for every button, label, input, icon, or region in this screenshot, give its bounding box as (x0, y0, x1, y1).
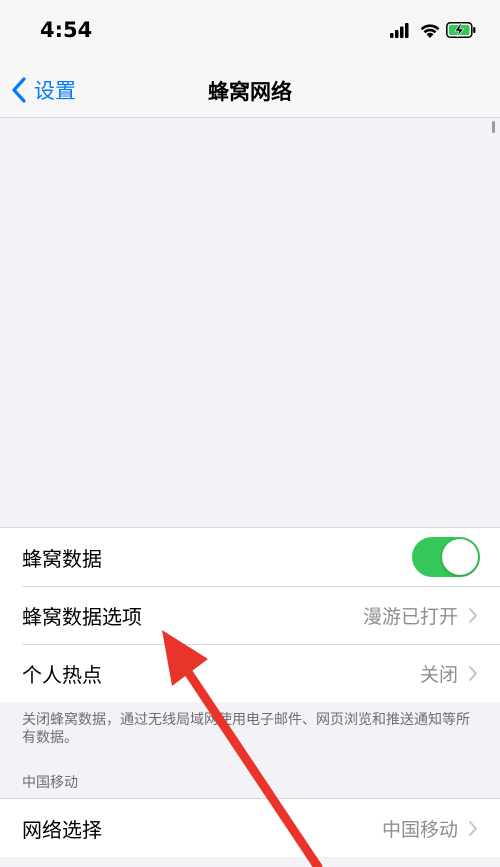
personal-hotspot-value: 关闭 (419, 663, 458, 686)
chevron-right-icon (469, 607, 477, 623)
network-selection-value: 中国移动 (381, 818, 458, 841)
navigation-bar: 设置 蜂窝网络 (0, 62, 500, 118)
chevron-right-icon (469, 820, 477, 836)
signal-icon (390, 23, 409, 38)
status-icons-svg (390, 22, 476, 39)
cellular-data-options-row[interactable]: 蜂窝数据选项 漫游已打开 (0, 586, 500, 644)
personal-hotspot-label: 个人热点 (22, 662, 102, 687)
page-title: 蜂窝网络 (208, 80, 292, 104)
cellular-settings-group: 蜂窝数据 蜂窝数据选项 漫游已打开 个人热点 关闭 (0, 527, 500, 702)
status-bar: 4:54 (0, 0, 500, 62)
wifi-icon (420, 24, 440, 38)
network-selection-row[interactable]: 网络选择 中国移动 (0, 799, 500, 857)
carrier-section-header: 中国移动 (22, 775, 78, 791)
battery-charging-icon (446, 22, 476, 39)
cellular-data-row: 蜂窝数据 (0, 528, 500, 586)
chevron-right-icon (469, 665, 477, 681)
status-icons (390, 20, 478, 40)
cellular-data-label: 蜂窝数据 (22, 546, 102, 571)
cellular-data-options-value: 漫游已打开 (362, 605, 458, 628)
cellular-data-toggle[interactable] (412, 537, 480, 577)
personal-hotspot-row[interactable]: 个人热点 关闭 (0, 644, 500, 702)
cellular-data-footnote: 关闭蜂窝数据，通过无线局域网使用电子邮件、网页浏览和推送通知等所有数据。 (22, 712, 470, 746)
cellular-data-options-label: 蜂窝数据选项 (22, 604, 142, 629)
carrier-settings-group: 网络选择 中国移动 (0, 798, 500, 857)
scroll-indicator[interactable] (492, 121, 495, 133)
status-time: 4:54 (40, 18, 93, 42)
toggle-knob (442, 539, 478, 575)
network-selection-label: 网络选择 (22, 817, 102, 842)
